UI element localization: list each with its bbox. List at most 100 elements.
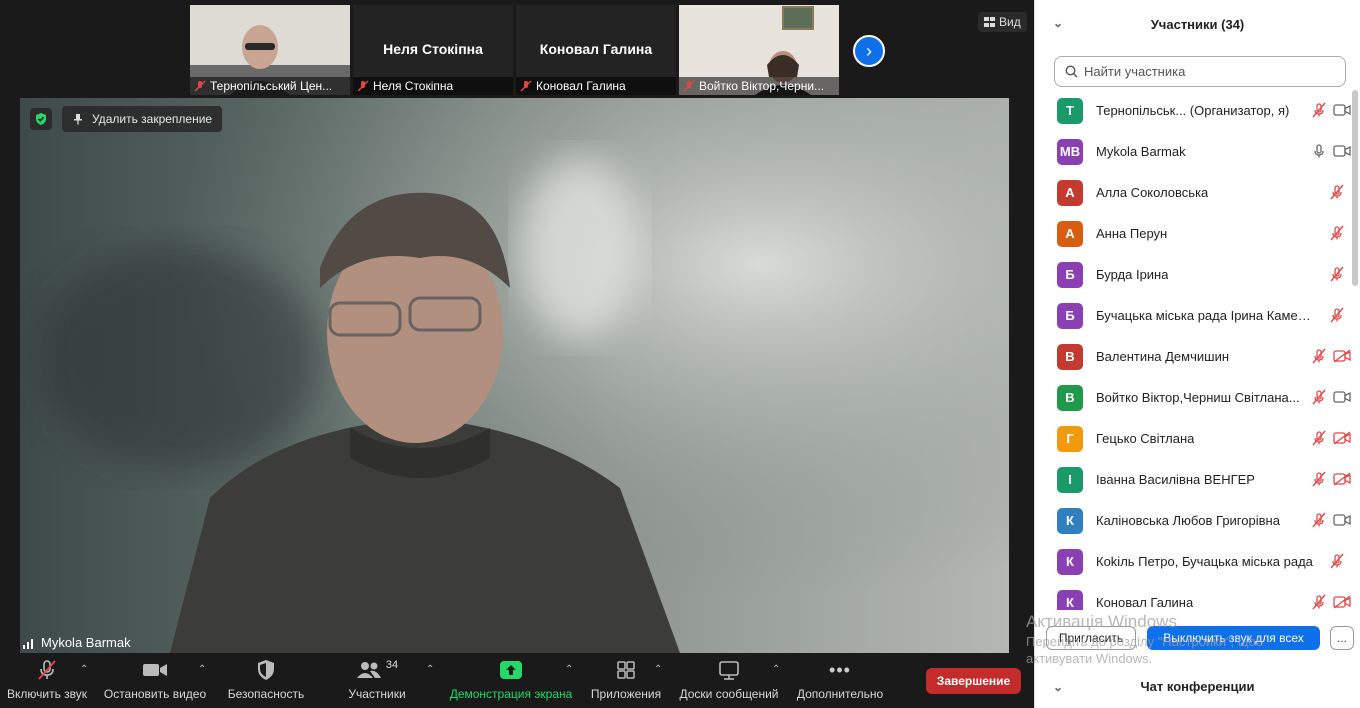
- chat-panel-header[interactable]: ⌄ Чат конференции: [1035, 672, 1360, 700]
- more-label: Дополнительно: [796, 687, 884, 701]
- search-icon: [1065, 65, 1078, 78]
- avatar: MB: [1057, 138, 1083, 165]
- meeting-stage: Тернопільський Цен... Неля Стокіпна Неля…: [0, 0, 1034, 708]
- avatar: Б: [1057, 302, 1083, 329]
- participant-row[interactable]: Б Бучацька міська рада Ірина Камен...: [1035, 295, 1351, 336]
- unpin-button[interactable]: Удалить закрепление: [62, 106, 223, 132]
- participant-row[interactable]: І Іванна Василівна ВЕНГЕР: [1035, 459, 1351, 500]
- participant-search-input[interactable]: [1084, 64, 1324, 79]
- video-thumbnail-3[interactable]: Коновал Галина Коновал Галина: [516, 5, 676, 95]
- main-speaker-video[interactable]: [20, 98, 1009, 653]
- mic-muted-icon: [1330, 266, 1344, 282]
- unmute-button[interactable]: Включить звук: [4, 656, 90, 708]
- invite-button[interactable]: Пригласить: [1046, 626, 1136, 650]
- next-page-button[interactable]: ›: [853, 35, 885, 67]
- participants-scrollbar[interactable]: [1352, 90, 1358, 286]
- mic-muted-icon: [1312, 348, 1326, 364]
- video-thumbnail-1[interactable]: Тернопільський Цен...: [190, 5, 350, 95]
- grid-icon: [984, 17, 995, 27]
- video-thumbnail-4[interactable]: Войтко Віктор,Черни...: [679, 5, 839, 95]
- participant-row[interactable]: В Валентина Демчишин: [1035, 336, 1351, 377]
- audio-options-chevron-up-icon[interactable]: ⌃: [80, 664, 88, 675]
- whiteboard-icon: [719, 661, 739, 680]
- participant-row[interactable]: К Коновал Галина: [1035, 582, 1351, 610]
- participant-name: Mykola Barmak: [1096, 144, 1186, 159]
- video-thumbnail-2[interactable]: Неля Стокіпна Неля Стокіпна: [353, 5, 513, 95]
- avatar: Б: [1057, 261, 1083, 288]
- participant-row[interactable]: А Алла Соколовська: [1035, 172, 1351, 213]
- chevron-down-icon[interactable]: ⌄: [1053, 680, 1063, 694]
- video-off-icon: [1333, 349, 1351, 363]
- participant-row[interactable]: Г Гецько Світлана: [1035, 418, 1351, 459]
- more-dots-icon: •••: [829, 659, 851, 680]
- view-button[interactable]: Вид: [978, 12, 1027, 32]
- video-options-chevron-up-icon[interactable]: ⌃: [198, 664, 206, 675]
- mic-muted-icon: [683, 80, 695, 92]
- pin-icon: [74, 114, 82, 125]
- participant-row[interactable]: Б Бурда Ірина: [1035, 254, 1351, 295]
- video-off-icon: [1333, 595, 1351, 609]
- video-camera-icon: [1333, 104, 1351, 116]
- whiteboards-options-chevron-up-icon[interactable]: ⌃: [772, 664, 780, 675]
- mic-muted-icon: [1330, 307, 1344, 323]
- share-options-chevron-up-icon[interactable]: ⌃: [565, 664, 573, 675]
- signal-strength-icon: [23, 638, 33, 649]
- participant-name: Коkіль Петро, Бучацька міська рада: [1096, 554, 1313, 569]
- apps-icon: [617, 661, 635, 679]
- participants-label: Участники: [348, 687, 406, 701]
- participant-status-icons: [1311, 471, 1351, 487]
- participant-name: Валентина Демчишин: [1096, 349, 1230, 364]
- avatar: Г: [1057, 425, 1083, 452]
- more-options-button[interactable]: ...: [1330, 626, 1354, 650]
- participants-button[interactable]: 34 Участники: [340, 656, 414, 708]
- participants-panel-header: ⌄ Участники (34): [1035, 0, 1360, 48]
- end-meeting-button[interactable]: Завершение: [926, 668, 1021, 694]
- participant-row[interactable]: А Анна Перун: [1035, 213, 1351, 254]
- participant-status-icons: [1311, 430, 1351, 446]
- share-screen-button[interactable]: Демонстрация экрана: [446, 656, 576, 708]
- mic-muted-icon: [1312, 594, 1326, 610]
- avatar: К: [1057, 589, 1083, 610]
- apps-options-chevron-up-icon[interactable]: ⌃: [654, 664, 662, 675]
- security-button[interactable]: Безопасность: [224, 656, 308, 708]
- participant-row[interactable]: В Войтко Віктор,Черниш Світлана...: [1035, 377, 1351, 418]
- thumbnail-name: Неля Стокіпна: [373, 79, 454, 93]
- participant-name: Іванна Василівна ВЕНГЕР: [1096, 472, 1255, 487]
- participant-name: Каліновська Любов Григорівна: [1096, 513, 1280, 528]
- avatar: К: [1057, 507, 1083, 534]
- video-off-icon: [1333, 431, 1351, 445]
- participant-search[interactable]: [1054, 56, 1346, 87]
- mic-muted-icon: [1312, 512, 1326, 528]
- mute-all-button[interactable]: Выключить звук для всех: [1147, 626, 1320, 650]
- security-label: Безопасность: [227, 687, 305, 701]
- participant-row[interactable]: К Коkіль Петро, Бучацька міська рада: [1035, 541, 1351, 582]
- meeting-toolbar: Включить звук ⌃ Остановить видео ⌃ Безоп…: [0, 656, 1034, 708]
- participant-status-icons: [1329, 184, 1351, 200]
- stop-video-button[interactable]: Остановить видео: [100, 656, 210, 708]
- thumbnail-name-bar: Тернопільський Цен...: [190, 77, 350, 95]
- participant-status-icons: [1311, 389, 1351, 405]
- avatar: К: [1057, 548, 1083, 575]
- avatar: В: [1057, 384, 1083, 411]
- participant-status-icons: [1311, 102, 1351, 118]
- whiteboards-button[interactable]: Доски сообщений: [674, 656, 784, 708]
- participant-row[interactable]: MB Mykola Barmak: [1035, 131, 1351, 172]
- more-button[interactable]: ••• Дополнительно: [792, 656, 888, 708]
- mic-muted-icon: [1330, 225, 1344, 241]
- participant-row[interactable]: К Каліновська Любов Григорівна: [1035, 500, 1351, 541]
- participants-panel-footer: Пригласить Выключить звук для всех ...: [1035, 622, 1360, 652]
- mic-muted-icon: [1312, 430, 1326, 446]
- participant-name: Тернопільськ... (Организатор, я): [1096, 103, 1290, 118]
- chevron-down-icon[interactable]: ⌄: [1053, 16, 1063, 30]
- security-status-icon[interactable]: [30, 108, 52, 130]
- participant-status-icons: [1311, 512, 1351, 528]
- mic-muted-icon: [1312, 102, 1326, 118]
- participants-options-chevron-up-icon[interactable]: ⌃: [426, 664, 434, 675]
- mic-icon: [1314, 144, 1324, 158]
- shield-check-icon: [36, 113, 46, 125]
- participant-row[interactable]: Т Тернопільськ... (Организатор, я): [1035, 90, 1351, 131]
- chat-panel-title: Чат конференции: [1140, 678, 1255, 694]
- avatar: І: [1057, 466, 1083, 493]
- thumbnail-big-name: Коновал Галина: [539, 41, 653, 57]
- avatar: А: [1057, 220, 1083, 247]
